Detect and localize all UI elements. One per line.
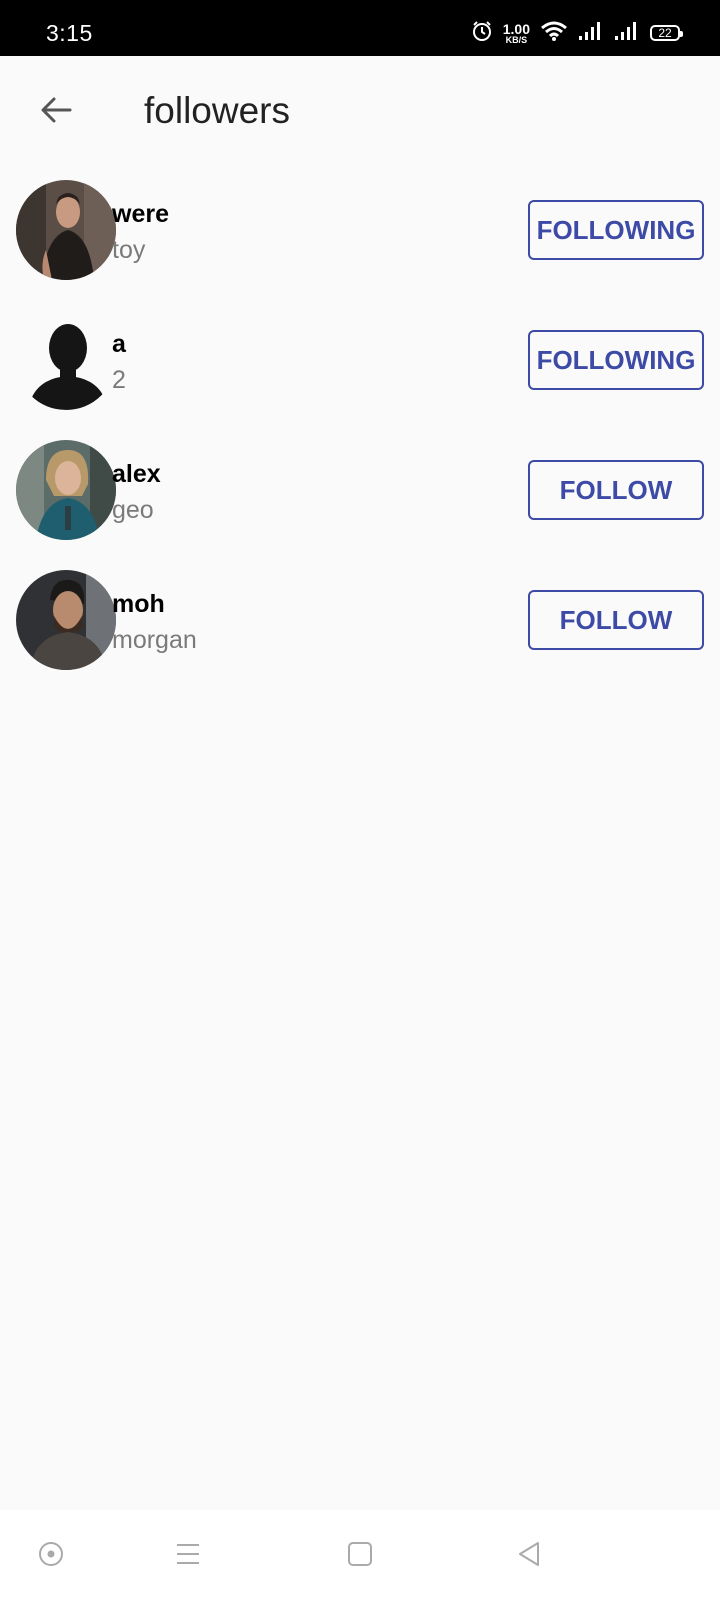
home-button[interactable]	[336, 1532, 384, 1580]
avatar[interactable]	[16, 440, 116, 540]
follower-handle: morgan	[112, 626, 197, 654]
follow-button[interactable]: FOLLOW	[528, 590, 704, 650]
list-item[interactable]: alex geo FOLLOW	[0, 440, 720, 570]
alarm-icon	[471, 20, 493, 47]
signal-icon	[578, 21, 604, 46]
follower-handle: geo	[112, 496, 154, 524]
assistant-icon	[37, 1540, 65, 1573]
navigation-bar	[0, 1510, 720, 1600]
follower-name: a	[112, 330, 126, 358]
assistant-button[interactable]	[27, 1532, 75, 1580]
wifi-icon	[540, 20, 568, 47]
follower-name: were	[112, 200, 169, 228]
follower-name: moh	[112, 590, 165, 618]
list-item[interactable]: were toy FOLLOWING	[0, 180, 720, 310]
follower-name: alex	[112, 460, 161, 488]
status-icons: 1.00 KB/S 22	[471, 18, 683, 48]
following-button[interactable]: FOLLOWING	[528, 200, 704, 260]
home-icon	[346, 1540, 374, 1573]
follower-handle: toy	[112, 236, 146, 264]
signal-icon	[614, 21, 640, 46]
follow-button[interactable]: FOLLOW	[528, 460, 704, 520]
app-bar: followers	[0, 56, 720, 168]
list-item[interactable]: a 2 FOLLOWING	[0, 310, 720, 440]
back-icon	[515, 1540, 543, 1573]
page-title: followers	[144, 90, 290, 131]
battery-level: 22	[658, 26, 672, 40]
battery-icon: 22	[650, 25, 683, 41]
back-button[interactable]	[30, 86, 82, 138]
status-bar: 3:15 1.00 KB/S 22	[0, 0, 720, 56]
avatar[interactable]	[16, 180, 116, 280]
avatar[interactable]	[16, 310, 116, 410]
menu-icon	[174, 1540, 202, 1573]
following-button[interactable]: FOLLOWING	[528, 330, 704, 390]
menu-button[interactable]	[164, 1532, 212, 1580]
network-speed: 1.00 KB/S	[503, 22, 530, 45]
status-time: 3:15	[46, 20, 93, 46]
network-speed-value: 1.00	[502, 20, 530, 37]
avatar[interactable]	[16, 570, 116, 670]
follower-handle: 2	[112, 366, 126, 394]
network-speed-unit: KB/S	[505, 34, 528, 45]
system-back-button[interactable]	[505, 1532, 553, 1580]
list-item[interactable]: moh morgan FOLLOW	[0, 570, 720, 700]
arrow-left-icon	[38, 92, 74, 133]
